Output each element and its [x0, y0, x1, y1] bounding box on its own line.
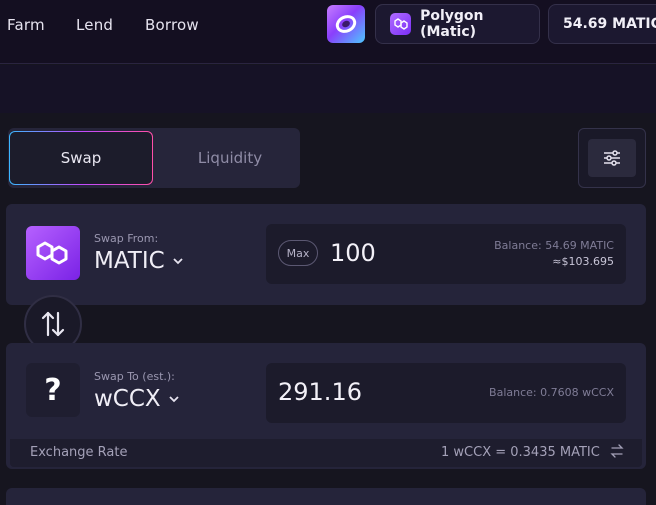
sliders-icon	[604, 150, 620, 166]
arrows-exchange-icon[interactable]	[610, 444, 624, 462]
swap-to-token: wCCX	[94, 386, 161, 412]
chevron-down-icon	[169, 396, 179, 403]
swap-from-token: MATIC	[94, 248, 165, 274]
next-card	[6, 488, 646, 505]
header-banner	[0, 65, 656, 113]
exchange-rate-row: Exchange Rate 1 wCCX = 0.3435 MATIC	[10, 439, 642, 467]
ring-logo-icon	[335, 15, 357, 33]
swap-from-card: Swap From: MATIC Max 100 Balance: 54.69 …	[6, 204, 646, 305]
swap-from-amount-input[interactable]: 100	[330, 239, 376, 267]
max-button[interactable]: Max	[278, 240, 318, 266]
polygon-icon	[390, 13, 412, 35]
swap-to-token-selector[interactable]: wCCX	[94, 386, 181, 412]
swap-from-amount-box: Max 100 Balance: 54.69 MATIC ≈$103.695	[266, 224, 626, 284]
settings-button[interactable]	[578, 128, 646, 188]
nav-farm[interactable]: Farm	[7, 16, 45, 34]
tab-liquidity[interactable]: Liquidity	[160, 131, 300, 185]
nav-borrow[interactable]: Borrow	[145, 16, 199, 34]
unknown-token-icon: ?	[26, 363, 80, 417]
wallet-balance-button[interactable]: 54.69 MATIC	[548, 4, 656, 44]
swap-liquidity-tabs: Swap Liquidity	[8, 128, 300, 188]
swap-arrows-icon	[41, 311, 65, 337]
brand-logo-button[interactable]	[327, 5, 365, 43]
exchange-rate-label: Exchange Rate	[30, 445, 128, 460]
nav-lend[interactable]: Lend	[76, 16, 113, 34]
chevron-down-icon	[173, 258, 183, 265]
swap-from-token-selector[interactable]: MATIC	[94, 248, 185, 274]
matic-token-icon	[26, 226, 80, 280]
network-selector-button[interactable]: Polygon (Matic)	[375, 4, 540, 44]
swap-to-label: Swap To (est.):	[94, 370, 175, 383]
network-label: Polygon (Matic)	[420, 8, 484, 40]
swap-to-balance: Balance: 0.7608 wCCX	[489, 386, 614, 399]
swap-from-label: Swap From:	[94, 232, 159, 245]
tab-swap[interactable]: Swap	[9, 131, 153, 185]
swap-to-amount-box: 291.16 Balance: 0.7608 wCCX	[266, 363, 626, 423]
swap-to-card: ? Swap To (est.): wCCX 291.16 Balance: 0…	[6, 343, 646, 469]
swap-to-amount-input[interactable]: 291.16	[278, 378, 362, 406]
top-nav-bar: Farm Lend Borrow Polygon (Matic) 54.69 M…	[0, 0, 656, 64]
exchange-rate-value: 1 wCCX = 0.3435 MATIC	[441, 445, 600, 460]
swap-from-balance: Balance: 54.69 MATIC	[494, 239, 614, 252]
swap-from-usd-value: ≈$103.695	[552, 255, 614, 268]
